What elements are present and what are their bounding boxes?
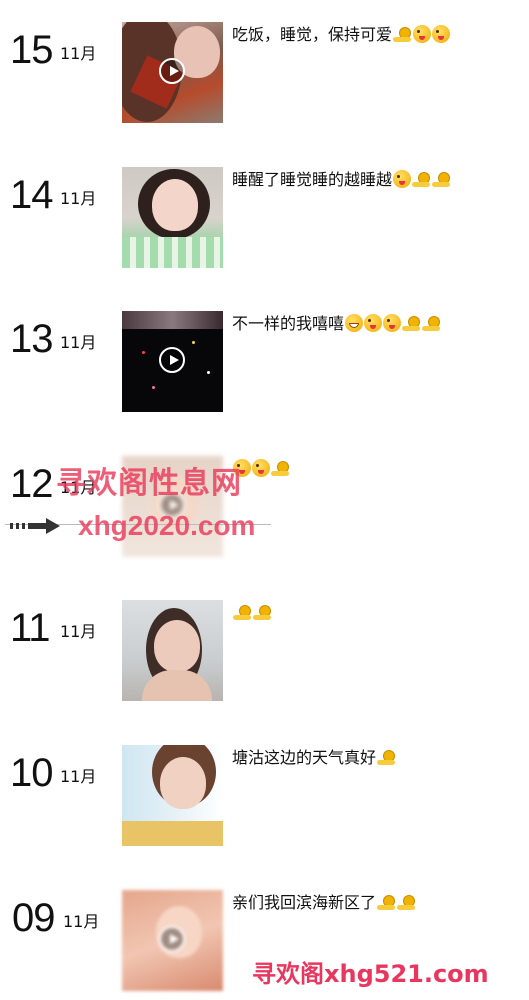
- snail-icon: [393, 27, 412, 42]
- video-thumbnail[interactable]: [122, 311, 223, 412]
- video-thumbnail[interactable]: [122, 22, 223, 123]
- post-entry[interactable]: 13 11月 不一样的我嘻嘻: [0, 311, 529, 421]
- snail-icon: [422, 316, 441, 331]
- watermark-text: 寻欢阁性息网: [56, 466, 242, 501]
- play-icon[interactable]: [159, 347, 185, 373]
- photo-thumbnail[interactable]: [122, 745, 223, 846]
- snail-icon: [377, 895, 396, 910]
- wink-emoji-icon: [383, 314, 402, 332]
- day-number: 12: [10, 462, 53, 506]
- snail-icon: [397, 895, 416, 910]
- post-entry[interactable]: 11 11月: [0, 600, 529, 710]
- photo-thumbnail[interactable]: [122, 600, 223, 701]
- arrow-right-icon: [10, 518, 60, 534]
- day-number: 10: [10, 751, 53, 795]
- photo-thumbnail[interactable]: [122, 167, 223, 268]
- post-entry[interactable]: 10 11月 塘沽这边的天气真好: [0, 745, 529, 855]
- day-number: 15: [10, 28, 53, 72]
- snail-icon: [271, 461, 290, 476]
- snail-icon: [402, 316, 421, 331]
- post-caption: 睡醒了睡觉睡的越睡越: [232, 169, 451, 191]
- day-number: 09: [12, 896, 55, 940]
- snail-icon: [233, 605, 252, 620]
- snail-icon: [412, 172, 431, 187]
- wink-emoji-icon: [252, 459, 270, 477]
- snail-icon: [432, 172, 451, 187]
- month-label: 11月: [60, 333, 97, 352]
- post-caption: 塘沽这边的天气真好: [232, 747, 396, 769]
- snail-icon: [377, 750, 396, 765]
- post-entry[interactable]: 15 11月 吃饭，睡觉，保持可爱: [0, 22, 529, 132]
- watermark-url: xhg2020.com: [78, 510, 256, 541]
- month-label: 11月: [63, 912, 100, 931]
- video-thumbnail[interactable]: [122, 890, 223, 991]
- post-caption: 吃饭，睡觉，保持可爱: [232, 24, 451, 46]
- day-number: 13: [10, 317, 53, 361]
- post-caption: [232, 602, 272, 624]
- grin-emoji-icon: [345, 314, 364, 332]
- post-caption: 亲们我回滨海新区了: [232, 892, 416, 914]
- play-icon[interactable]: [159, 58, 185, 84]
- day-number: 11: [10, 606, 51, 650]
- month-label: 11月: [60, 189, 97, 208]
- wink-emoji-icon: [364, 314, 383, 332]
- post-caption: 不一样的我嘻嘻: [232, 313, 441, 335]
- watermark-footer: 寻欢阁xhg521.com: [252, 960, 489, 988]
- wink-emoji-icon: [432, 25, 451, 43]
- wink-emoji-icon: [413, 25, 432, 43]
- month-label: 11月: [60, 44, 97, 63]
- wink-emoji-icon: [393, 170, 412, 188]
- month-label: 11月: [60, 767, 97, 786]
- play-icon[interactable]: [159, 926, 185, 952]
- snail-icon: [253, 605, 272, 620]
- day-number: 14: [10, 173, 53, 217]
- month-label: 11月: [60, 622, 97, 641]
- post-entry[interactable]: 14 11月 睡醒了睡觉睡的越睡越: [0, 167, 529, 277]
